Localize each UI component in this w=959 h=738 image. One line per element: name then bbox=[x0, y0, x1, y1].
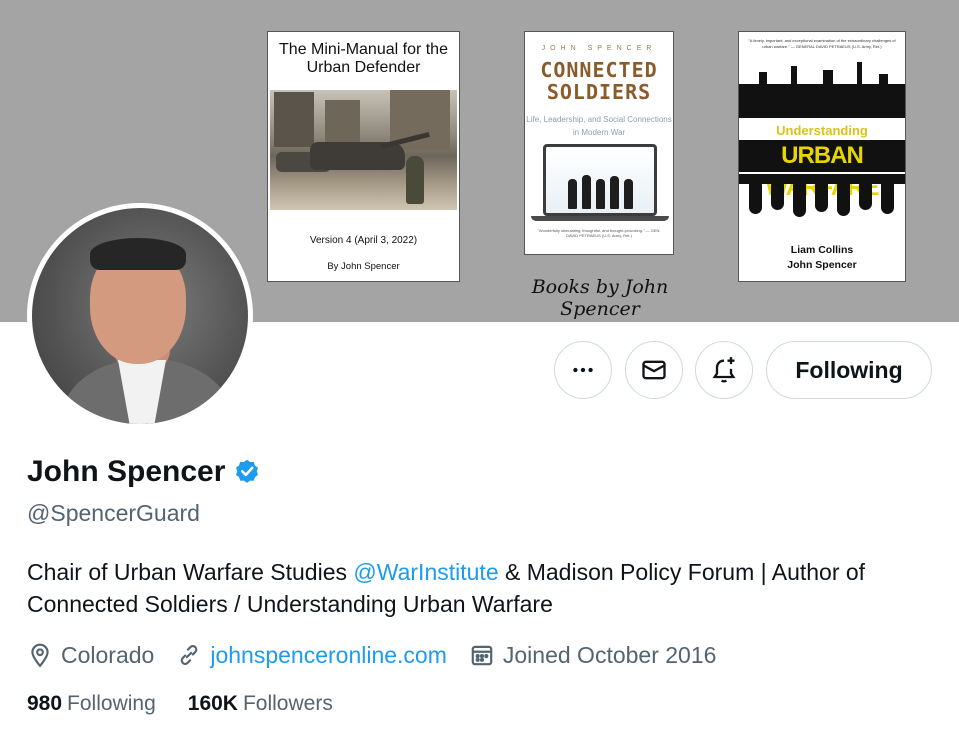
bio-mention-link[interactable]: @WarInstitute bbox=[353, 559, 498, 585]
book3-title-top: Understanding bbox=[776, 123, 868, 138]
book3-title-main: URBAN WARFARE bbox=[739, 140, 905, 201]
following-label: Following bbox=[67, 692, 156, 715]
joined-item: Joined October 2016 bbox=[469, 641, 717, 669]
followers-label: Followers bbox=[242, 692, 333, 715]
book1-version: Version 4 (April 3, 2022) bbox=[309, 235, 418, 246]
link-icon bbox=[181, 645, 198, 665]
following-count-link[interactable]: 980 Following bbox=[27, 692, 156, 716]
ellipsis-icon bbox=[573, 367, 593, 373]
book2-title: CONNECTED SOLDIERS bbox=[540, 58, 658, 104]
message-button[interactable] bbox=[625, 341, 683, 399]
book3-author-2: John Spencer bbox=[787, 259, 857, 271]
calendar-icon bbox=[471, 645, 493, 666]
location-pin-icon bbox=[31, 643, 49, 668]
city-skyline-illustration bbox=[739, 84, 905, 118]
profile-bio: Chair of Urban Warfare Studies @WarInsti… bbox=[27, 556, 937, 620]
website-link[interactable]: johnspenceronline.com bbox=[210, 642, 447, 669]
profile-handle: @SpencerGuard bbox=[27, 500, 200, 526]
laptop-illustration bbox=[543, 144, 657, 216]
more-button[interactable] bbox=[554, 341, 612, 399]
following-button[interactable]: Following bbox=[766, 341, 932, 399]
book2-subtitle: Life, Leadership, and Social Connections… bbox=[526, 115, 672, 137]
book3-blurb: "A timely, important, and exceptional ex… bbox=[748, 38, 896, 49]
book2-blurb: "Wonderfully stimulating, thoughtful, an… bbox=[537, 228, 661, 238]
following-count: 980 bbox=[27, 692, 63, 715]
banner-caption: Books by John Spencer bbox=[531, 276, 669, 320]
avatar[interactable] bbox=[27, 203, 253, 429]
book3-author-1: Liam Collins bbox=[790, 244, 854, 256]
book-cover-understanding-urban-warfare: "A timely, important, and exceptional ex… bbox=[738, 31, 906, 282]
book1-cover-photo bbox=[270, 90, 457, 210]
joined-text: Joined October 2016 bbox=[502, 641, 717, 668]
profile-name: John Spencer bbox=[27, 455, 226, 488]
book2-author: JOHN SPENCER bbox=[541, 45, 657, 52]
location-item: Colorado bbox=[27, 642, 154, 669]
book1-title: The Mini-Manual for the Urban Defender bbox=[279, 41, 448, 76]
website-item: johnspenceronline.com bbox=[176, 642, 447, 669]
followers-count-link[interactable]: 160K Followers bbox=[188, 692, 333, 716]
notifications-button[interactable] bbox=[695, 341, 753, 399]
book-cover-mini-manual: The Mini-Manual for the Urban Defender V… bbox=[267, 31, 460, 282]
location-text: Colorado bbox=[61, 641, 155, 668]
bell-plus-icon bbox=[712, 357, 736, 383]
profile-meta: Colorado johnspenceronline.com Joined Oc… bbox=[27, 640, 738, 670]
profile-stats: 980 Following 160K Followers bbox=[27, 692, 365, 716]
envelope-icon bbox=[642, 360, 666, 380]
verified-badge-icon[interactable] bbox=[233, 458, 261, 486]
followers-count: 160K bbox=[187, 692, 238, 715]
book1-byline: By John Spencer bbox=[327, 261, 400, 272]
book3-authors: Liam Collins John Spencer bbox=[739, 243, 905, 273]
book-cover-connected-soldiers: JOHN SPENCER CONNECTED SOLDIERS Life, Le… bbox=[524, 31, 674, 255]
bio-text-start: Chair of Urban Warfare Studies bbox=[27, 559, 354, 585]
profile-name-row: John Spencer bbox=[27, 455, 261, 489]
